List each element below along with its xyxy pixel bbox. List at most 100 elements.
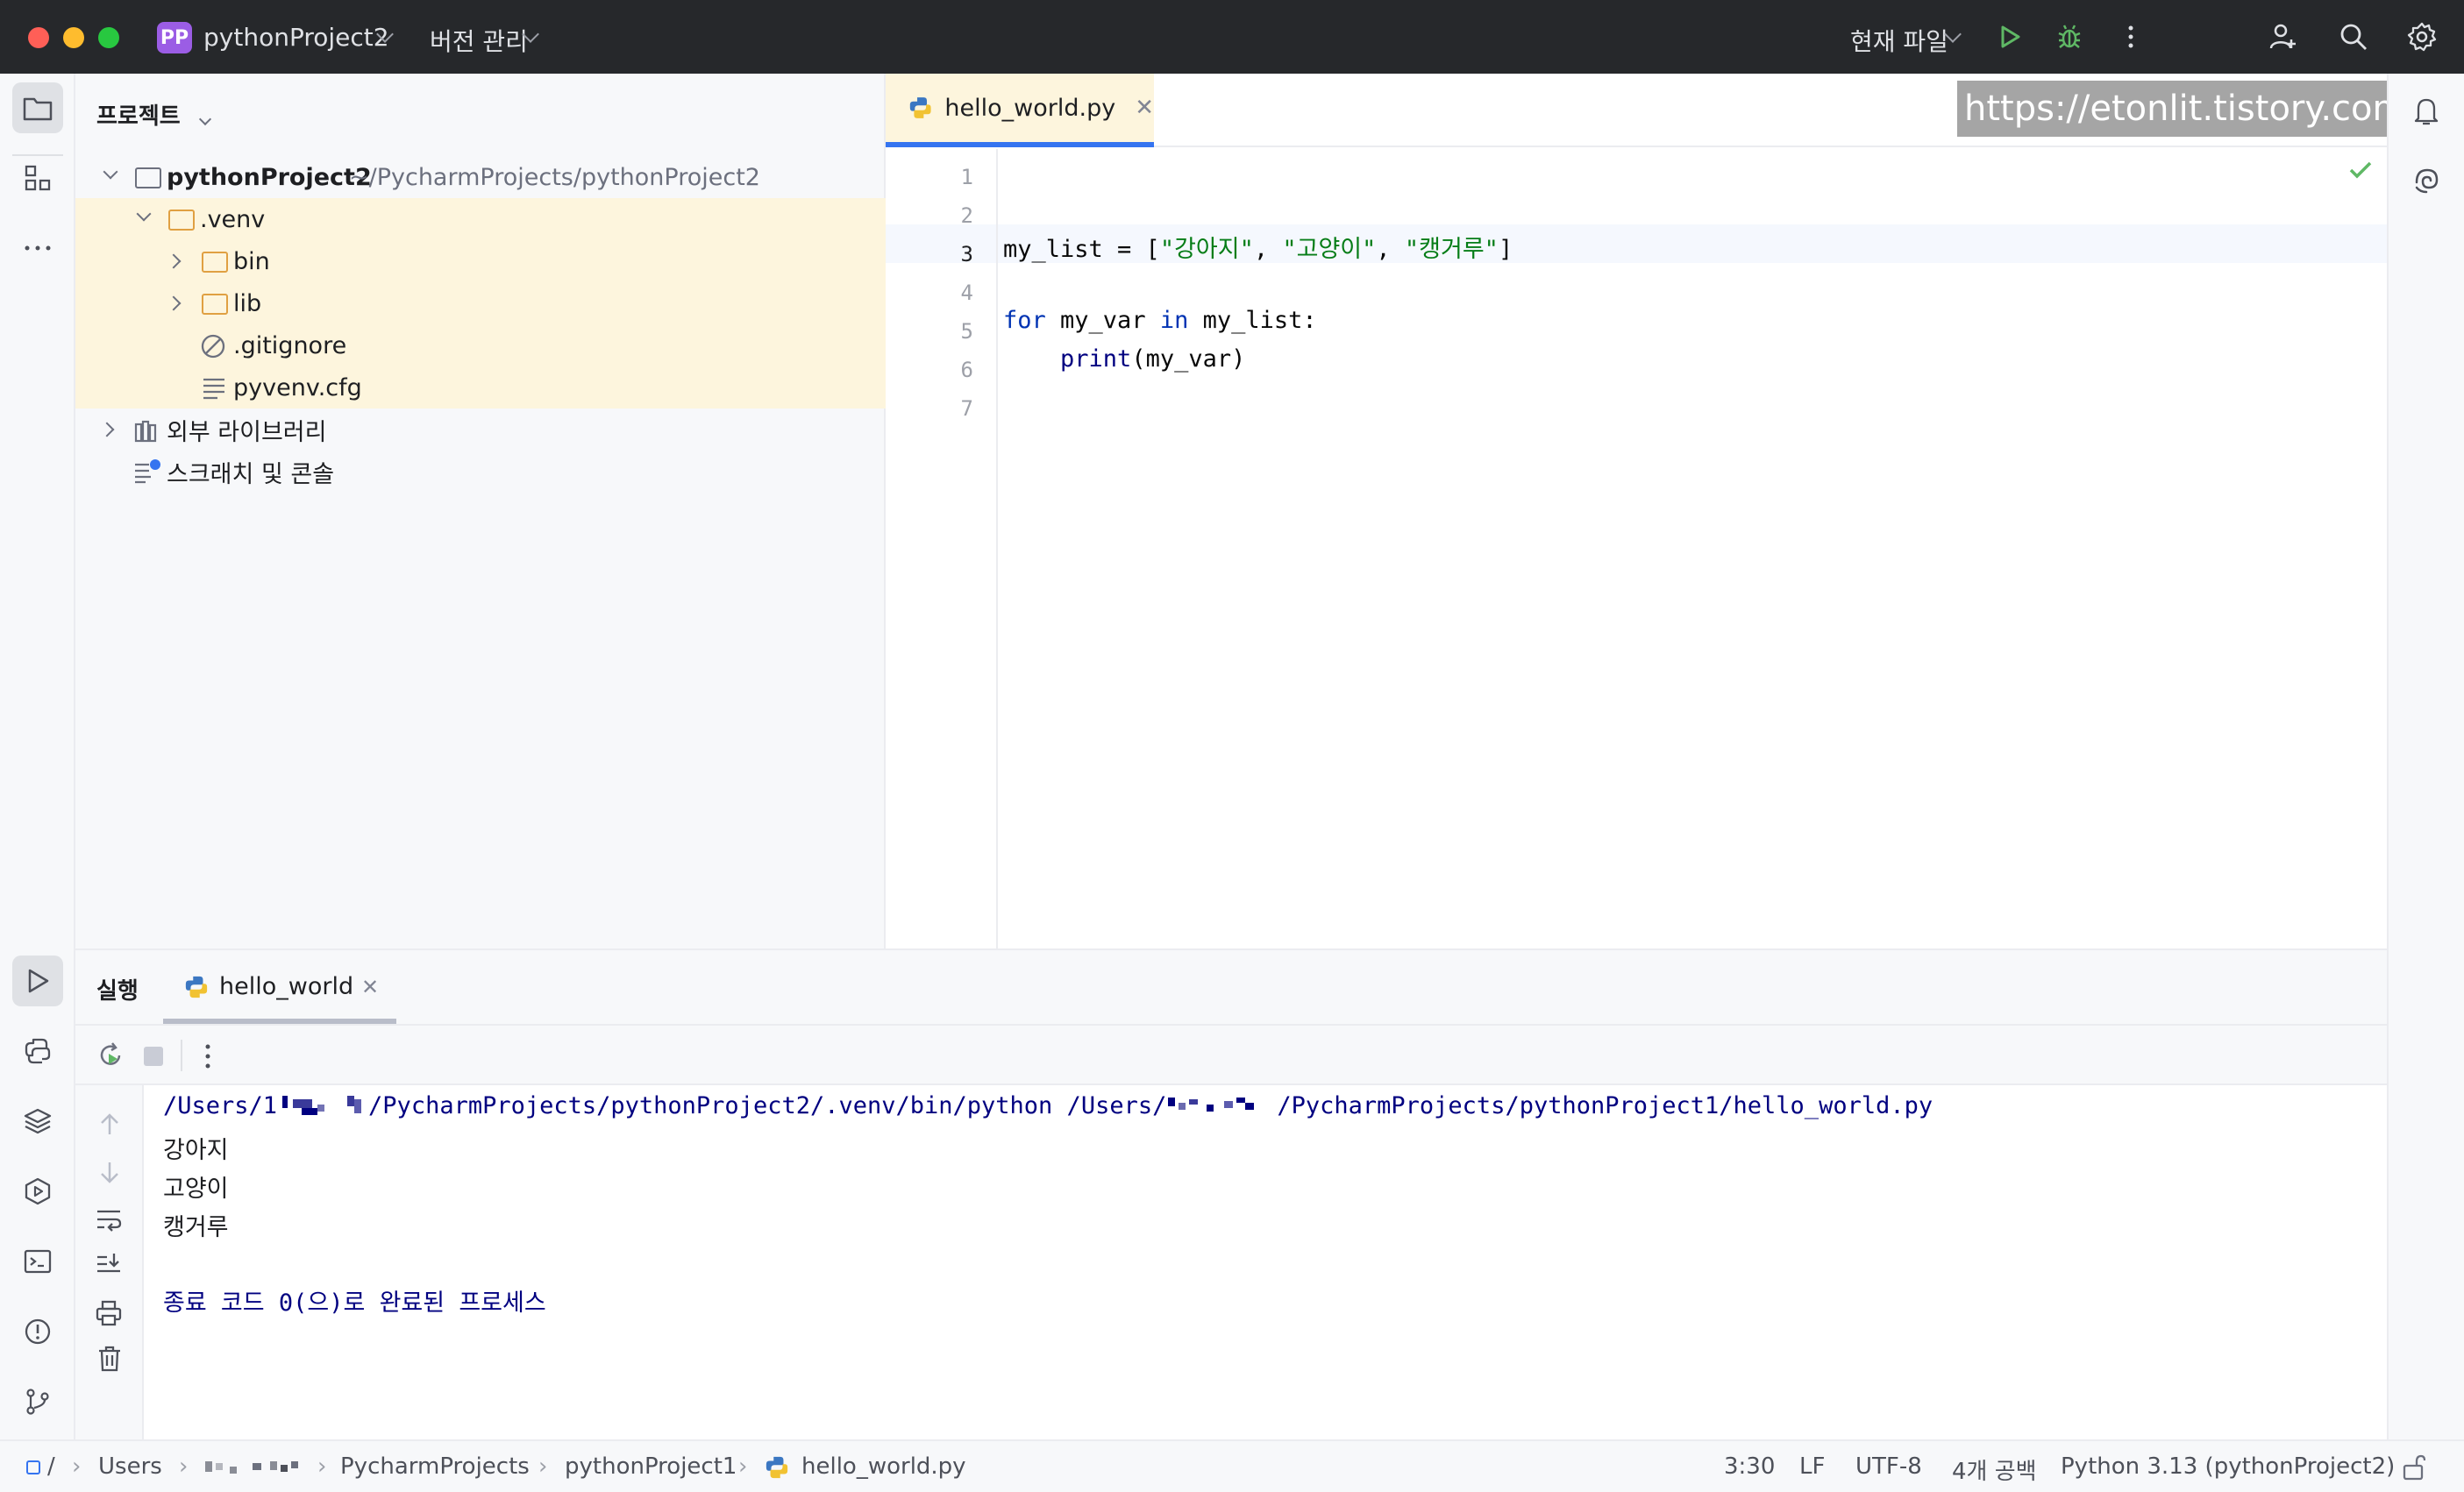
tree-item-bin[interactable]: bin — [75, 240, 886, 282]
trash-icon[interactable] — [96, 1345, 123, 1373]
notifications-button[interactable] — [2401, 86, 2452, 137]
ai-assistant-button[interactable] — [2401, 154, 2452, 205]
tree-item-gitignore[interactable]: .gitignore — [75, 324, 886, 366]
tree-item-external-libraries[interactable]: 외부 라이브러리 — [75, 409, 886, 451]
tree-root-path: ~/PycharmProjects/pythonProject2 — [349, 163, 760, 191]
python-interpreter[interactable]: Python 3.13 (pythonProject2) — [2061, 1453, 2395, 1480]
breadcrumb-separator-icon: › — [738, 1453, 748, 1480]
more-icon[interactable] — [203, 1043, 212, 1069]
git-button[interactable] — [12, 1376, 63, 1427]
indent-setting[interactable]: 4개 공백 — [1952, 1453, 2037, 1486]
breadcrumb-separator-icon: › — [179, 1453, 189, 1480]
project-name-menu[interactable]: pythonProject2 — [203, 23, 389, 52]
breadcrumb-pycharmprojects[interactable]: PycharmProjects — [340, 1453, 530, 1480]
minimize-window-button[interactable] — [63, 27, 84, 48]
python-file-icon — [909, 97, 931, 118]
chevron-right-icon — [166, 253, 182, 269]
layers-icon — [24, 1108, 52, 1134]
run-icon[interactable] — [1992, 19, 2027, 54]
tree-item-label: lib — [233, 289, 262, 317]
terminal-button[interactable] — [12, 1236, 63, 1287]
text-file-icon — [203, 378, 224, 400]
close-window-button[interactable] — [28, 27, 49, 48]
breadcrumb-users[interactable]: Users — [98, 1453, 162, 1480]
tree-root-row[interactable]: pythonProject2 ~/PycharmProjects/pythonP… — [75, 156, 886, 198]
folder-icon — [202, 294, 228, 315]
caret-position[interactable]: 3:30 — [1724, 1453, 1775, 1480]
print-icon[interactable] — [95, 1299, 123, 1327]
run-tab-bar: 실행 hello_world ✕ — [75, 950, 2387, 1024]
line-number: 7 — [960, 396, 973, 421]
tree-item-label: pyvenv.cfg — [233, 373, 362, 401]
breadcrumb-file[interactable]: hello_world.py — [801, 1453, 966, 1480]
folder-icon — [168, 210, 195, 231]
console-exit-message: 종료 코드 0(으)로 완료된 프로세스 — [163, 1290, 546, 1317]
run-panel-title: 실행 — [96, 978, 139, 1005]
breadcrumb-root-slash: / — [47, 1453, 55, 1480]
services-icon — [25, 1177, 51, 1205]
add-user-icon[interactable] — [2266, 19, 2301, 54]
zoom-window-button[interactable] — [98, 27, 119, 48]
editor-tab-label: hello_world.py — [944, 94, 1116, 122]
code-line-3[interactable]: my_list = ["강아지", "고양이", "캥거루"] — [1003, 230, 1513, 264]
structure-tool-button[interactable] — [12, 153, 63, 203]
vcs-menu[interactable]: 버전 관리 — [430, 23, 528, 58]
more-icon[interactable] — [2113, 19, 2148, 54]
folder-icon — [135, 167, 161, 188]
console-command-line: /Users/1/PycharmProjects/pythonProject2/… — [163, 1092, 1933, 1120]
tree-item-lib[interactable]: lib — [75, 282, 886, 324]
strip-divider — [12, 154, 63, 156]
project-tool-button[interactable] — [12, 82, 63, 133]
tree-item-label: 외부 라이브러리 — [167, 418, 327, 446]
line-number: 5 — [960, 319, 973, 344]
python-file-icon — [185, 976, 208, 998]
unlock-icon[interactable] — [2401, 1453, 2425, 1481]
code-line-6[interactable]: print(my_var) — [1003, 345, 1245, 373]
redacted-username — [1166, 1094, 1277, 1120]
folder-icon — [202, 252, 228, 273]
breadcrumb-pythonproject1[interactable]: pythonProject1 — [565, 1453, 737, 1480]
debug-icon[interactable] — [2052, 19, 2087, 54]
breadcrumb-separator-icon: › — [538, 1453, 548, 1480]
editor-tab-hello-world[interactable]: hello_world.py ✕ — [886, 74, 1154, 147]
problems-button[interactable] — [12, 1306, 63, 1357]
settings-icon[interactable] — [2404, 19, 2439, 54]
arrow-up-icon[interactable] — [96, 1112, 123, 1138]
run-tool-button[interactable] — [12, 956, 63, 1006]
services-button[interactable] — [12, 1166, 63, 1217]
arrow-down-icon[interactable] — [96, 1159, 123, 1185]
more-tools-button[interactable] — [12, 223, 63, 274]
file-encoding[interactable]: UTF-8 — [1855, 1453, 1922, 1480]
run-tab-hello-world[interactable]: hello_world ✕ — [163, 950, 396, 1024]
python-console-button[interactable] — [12, 1026, 63, 1076]
run-config-selector[interactable]: 현재 파일 — [1850, 23, 1948, 58]
line-number: 4 — [960, 281, 973, 305]
problems-icon — [25, 1318, 51, 1345]
code-line-5[interactable]: for my_var in my_list: — [1003, 307, 1317, 334]
rerun-icon[interactable] — [96, 1041, 125, 1069]
folder-icon — [23, 97, 53, 121]
run-toolbar — [75, 1024, 2387, 1085]
watermark: https://etonlit.tistory.com — [1957, 81, 2414, 137]
search-icon[interactable] — [2336, 19, 2371, 54]
python-packages-button[interactable] — [12, 1096, 63, 1147]
scroll-to-end-icon[interactable] — [95, 1252, 123, 1278]
tree-item-venv[interactable]: .venv — [75, 198, 886, 240]
project-badge[interactable]: PP — [157, 22, 192, 53]
soft-wrap-icon[interactable] — [95, 1206, 123, 1233]
stop-icon[interactable] — [144, 1047, 163, 1066]
close-tab-icon[interactable]: ✕ — [361, 975, 379, 999]
tree-item-pyvenv-cfg[interactable]: pyvenv.cfg — [75, 366, 886, 409]
run-panel: 실행 hello_world ✕ /Users/1/PycharmProject… — [75, 948, 2387, 1439]
close-tab-icon[interactable]: ✕ — [1135, 95, 1154, 121]
ignore-file-icon — [201, 334, 225, 359]
breadcrumb-separator-icon: › — [317, 1453, 327, 1480]
project-panel-title[interactable]: 프로젝트 — [96, 98, 211, 131]
ellipsis-icon — [25, 245, 51, 251]
line-separator[interactable]: LF — [1799, 1453, 1825, 1480]
git-branch-icon — [26, 1389, 49, 1415]
tree-item-label: .venv — [200, 205, 266, 233]
redacted-username — [277, 1094, 368, 1120]
line-number-gutter: 1 2 3 4 5 6 7 — [886, 149, 998, 948]
tree-item-scratches[interactable]: 스크래치 및 콘솔 — [75, 451, 886, 493]
